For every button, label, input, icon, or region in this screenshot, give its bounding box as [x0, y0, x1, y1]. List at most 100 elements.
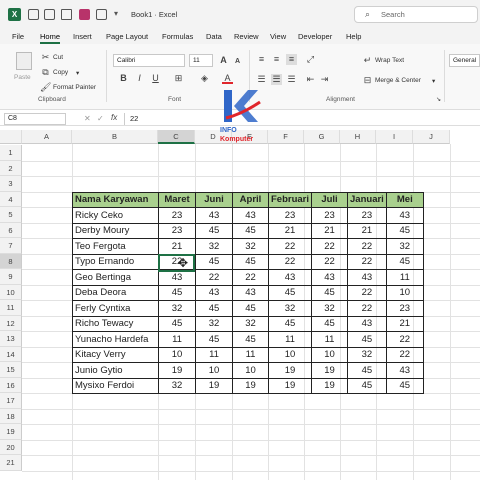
value-cell[interactable]: 45	[267, 315, 313, 332]
copy-button[interactable]: Copy	[53, 69, 68, 76]
row-header-16[interactable]: 16	[0, 377, 22, 393]
autosave-icon[interactable]	[28, 9, 39, 20]
column-header-G[interactable]: G	[304, 130, 340, 144]
value-cell[interactable]: 11	[267, 331, 313, 348]
alignment-dialog-launcher-icon[interactable]: ↘	[436, 96, 441, 103]
value-cell[interactable]: 43	[385, 362, 424, 379]
value-cell[interactable]: 32	[195, 315, 233, 332]
value-cell[interactable]: 45	[158, 284, 196, 301]
value-cell[interactable]: 11	[385, 269, 424, 286]
value-cell[interactable]: 10	[385, 284, 424, 301]
tab-page-layout[interactable]: Page Layout	[106, 32, 148, 41]
employee-name-cell[interactable]: Typo Ernando	[72, 253, 159, 270]
column-heading[interactable]: Juli	[311, 191, 349, 208]
value-cell[interactable]: 45	[232, 300, 269, 317]
borders-icon[interactable]: ⊞	[173, 73, 184, 84]
value-cell[interactable]: 22	[385, 346, 424, 363]
search-input[interactable]: ⌕ Search	[354, 6, 478, 23]
merge-dropdown-chevron-icon[interactable]: ▾	[432, 77, 435, 85]
value-cell[interactable]: 32	[232, 315, 269, 332]
column-heading[interactable]: Juni	[195, 191, 233, 208]
value-cell[interactable]: 45	[195, 253, 233, 270]
value-cell[interactable]: 23	[385, 300, 424, 317]
row-header-7[interactable]: 7	[0, 238, 22, 254]
value-cell[interactable]: 45	[267, 284, 313, 301]
value-cell[interactable]: 19	[195, 377, 233, 394]
row-header-21[interactable]: 21	[0, 455, 22, 471]
value-cell[interactable]: 23	[158, 222, 196, 239]
column-header-H[interactable]: H	[340, 130, 376, 144]
bold-icon[interactable]: B	[118, 73, 129, 84]
floppy-save-icon[interactable]	[79, 9, 90, 20]
tab-review[interactable]: Review	[234, 32, 259, 41]
value-cell[interactable]: 22	[347, 238, 387, 255]
active-cell-selection[interactable]	[158, 254, 195, 272]
value-cell[interactable]: 22	[311, 253, 349, 270]
format-painter-icon[interactable]: 🖌	[40, 82, 51, 93]
tab-insert[interactable]: Insert	[73, 32, 92, 41]
value-cell[interactable]: 11	[311, 331, 349, 348]
value-cell[interactable]: 32	[347, 346, 387, 363]
value-cell[interactable]: 32	[195, 238, 233, 255]
increase-font-icon[interactable]: A	[218, 55, 229, 66]
value-cell[interactable]: 23	[158, 207, 196, 224]
column-header-C[interactable]: C	[158, 130, 195, 144]
row-header-9[interactable]: 9	[0, 269, 22, 285]
value-cell[interactable]: 45	[347, 362, 387, 379]
value-cell[interactable]: 45	[232, 331, 269, 348]
new-file-icon[interactable]	[96, 9, 107, 20]
value-cell[interactable]: 32	[311, 300, 349, 317]
row-header-18[interactable]: 18	[0, 408, 22, 424]
value-cell[interactable]: 23	[311, 207, 349, 224]
value-cell[interactable]: 43	[232, 284, 269, 301]
row-header-14[interactable]: 14	[0, 346, 22, 362]
employee-name-cell[interactable]: Ferly Cyntixa	[72, 300, 159, 317]
employee-name-cell[interactable]: Deba Deora	[72, 284, 159, 301]
value-cell[interactable]: 19	[158, 362, 196, 379]
merge-center-icon[interactable]: ⊟	[362, 75, 373, 86]
value-cell[interactable]: 21	[385, 315, 424, 332]
value-cell[interactable]: 43	[385, 207, 424, 224]
value-cell[interactable]: 43	[311, 269, 349, 286]
employee-name-cell[interactable]: Teo Fergota	[72, 238, 159, 255]
value-cell[interactable]: 19	[267, 377, 313, 394]
column-header-F[interactable]: F	[268, 130, 304, 144]
value-cell[interactable]: 11	[232, 346, 269, 363]
wrap-text-icon[interactable]: ↵	[362, 55, 373, 66]
open-folder-icon[interactable]	[61, 9, 72, 20]
employee-name-cell[interactable]: Ricky Ceko	[72, 207, 159, 224]
tab-developer[interactable]: Developer	[298, 32, 332, 41]
value-cell[interactable]: 22	[267, 253, 313, 270]
employee-name-cell[interactable]: Geo Bertinga	[72, 269, 159, 286]
tab-formulas[interactable]: Formulas	[162, 32, 193, 41]
align-top-icon[interactable]: ≡	[256, 54, 267, 65]
value-cell[interactable]: 32	[385, 238, 424, 255]
value-cell[interactable]: 45	[232, 253, 269, 270]
value-cell[interactable]: 21	[158, 238, 196, 255]
row-header-6[interactable]: 6	[0, 222, 22, 238]
align-right-icon[interactable]: ☰	[286, 74, 297, 85]
format-painter-button[interactable]: Format Painter	[53, 84, 96, 91]
tab-data[interactable]: Data	[206, 32, 222, 41]
employee-name-cell[interactable]: Junio Gytio	[72, 362, 159, 379]
value-cell[interactable]: 22	[347, 300, 387, 317]
value-cell[interactable]: 21	[267, 222, 313, 239]
value-cell[interactable]: 22	[232, 269, 269, 286]
decrease-indent-icon[interactable]: ⇤	[305, 74, 316, 85]
row-header-10[interactable]: 10	[0, 284, 22, 300]
employee-name-cell[interactable]: Kitacy Verry	[72, 346, 159, 363]
value-cell[interactable]: 19	[311, 377, 349, 394]
merge-center-button[interactable]: Merge & Center	[375, 77, 421, 84]
column-heading[interactable]: Mei	[385, 191, 424, 208]
value-cell[interactable]: 10	[158, 346, 196, 363]
value-cell[interactable]: 43	[267, 269, 313, 286]
tab-home[interactable]: Home	[40, 32, 61, 44]
paste-icon[interactable]	[16, 52, 32, 70]
value-cell[interactable]: 45	[311, 284, 349, 301]
value-cell[interactable]: 22	[195, 269, 233, 286]
column-header-B[interactable]: B	[72, 130, 158, 144]
value-cell[interactable]: 19	[311, 362, 349, 379]
increase-indent-icon[interactable]: ⇥	[319, 74, 330, 85]
row-header-2[interactable]: 2	[0, 160, 22, 176]
formula-input[interactable]: 22	[130, 114, 138, 123]
